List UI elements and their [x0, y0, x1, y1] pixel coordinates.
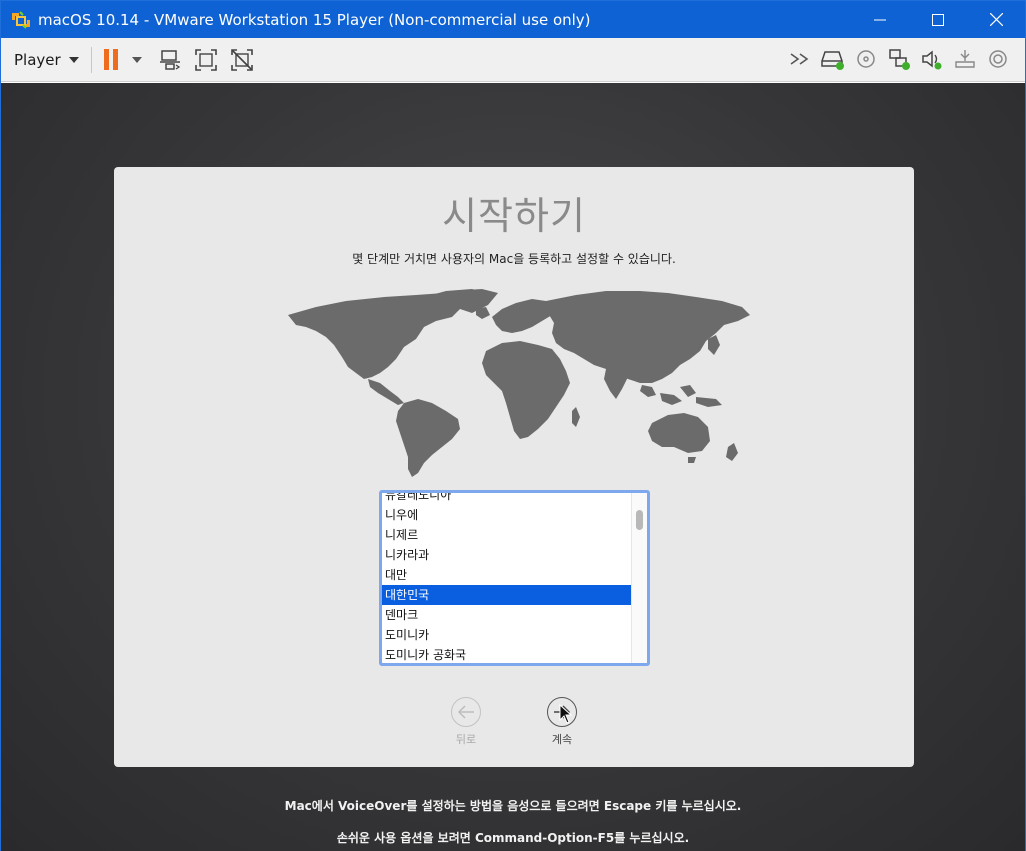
list-item[interactable]: 도미니카	[382, 625, 632, 645]
close-icon	[989, 13, 1003, 26]
network-adapter-device[interactable]	[887, 47, 911, 71]
list-item[interactable]: 니제르	[382, 525, 632, 545]
close-button[interactable]	[967, 1, 1025, 38]
vmware-player-window: macOS 10.14 - VMware Workstation 15 Play…	[0, 0, 1026, 851]
full-screen-icon	[194, 48, 217, 71]
unity-mode-button[interactable]	[230, 48, 254, 72]
maximize-icon	[932, 13, 944, 26]
send-keys-icon	[159, 49, 180, 70]
pause-icon-bar	[112, 49, 118, 70]
title-bar: macOS 10.14 - VMware Workstation 15 Play…	[1, 1, 1025, 38]
cd-dvd-device[interactable]	[854, 47, 878, 71]
window-controls	[851, 1, 1025, 38]
scrollbar-thumb[interactable]	[636, 510, 643, 530]
back-circle	[451, 697, 481, 727]
accessibility-hint: 손쉬운 사용 옵션을 보려면 Command-Option-F5를 누르십시오.	[336, 831, 690, 845]
pause-button[interactable]	[103, 49, 122, 70]
show-more-devices-button[interactable]	[788, 47, 812, 71]
pause-icon	[103, 49, 109, 70]
arrow-left-icon	[457, 705, 474, 719]
send-ctrl-alt-del-button[interactable]	[158, 48, 182, 72]
country-list[interactable]: 뉴칼레도니아 니우에 니제르 니카라과 대만 대한민국 덴마크 도미니카 도미니…	[379, 490, 650, 666]
chevron-down-icon	[68, 56, 79, 63]
double-chevron-right-icon	[790, 53, 809, 65]
camera-icon	[989, 50, 1007, 68]
usb-icon	[955, 50, 975, 68]
vmware-app-icon	[11, 9, 31, 30]
sound-device[interactable]	[920, 47, 944, 71]
list-item[interactable]: 대만	[382, 565, 632, 585]
list-item[interactable]: 덴마크	[382, 605, 632, 625]
country-list-rows: 뉴칼레도니아 니우에 니제르 니카라과 대만 대한민국 덴마크 도미니카 도미니…	[382, 493, 632, 663]
page-title: 시작하기	[442, 194, 586, 238]
list-item[interactable]: 뉴칼레도니아	[382, 493, 632, 505]
mouse-cursor-icon	[559, 704, 573, 724]
cd-icon	[857, 50, 875, 68]
back-button[interactable]: 뒤로	[436, 697, 496, 747]
page-subtitle: 몇 단계만 거치면 사용자의 Mac을 등록하고 설정할 수 있습니다.	[352, 252, 676, 266]
minimize-icon	[874, 19, 886, 20]
hard-disk-device[interactable]	[821, 47, 845, 71]
back-label: 뒤로	[455, 733, 477, 746]
player-menu-button[interactable]: Player	[14, 51, 79, 69]
window-title: macOS 10.14 - VMware Workstation 15 Play…	[38, 10, 591, 29]
webcam-device[interactable]	[986, 47, 1010, 71]
list-item[interactable]: 니카라과	[382, 545, 632, 565]
continue-label: 계속	[551, 733, 573, 746]
minimize-button[interactable]	[851, 1, 909, 38]
world-map-image	[288, 289, 750, 477]
usb-device[interactable]	[953, 47, 977, 71]
speaker-icon	[922, 50, 942, 70]
power-options-dropdown[interactable]	[131, 56, 142, 63]
list-item[interactable]: 니우에	[382, 505, 632, 525]
toolbar-divider	[90, 46, 92, 73]
player-toolbar: Player	[1, 38, 1025, 82]
full-screen-button[interactable]	[194, 48, 218, 72]
list-item[interactable]: 도미니카 공화국	[382, 645, 632, 663]
unity-icon	[230, 48, 253, 71]
vm-display[interactable]: 시작하기 몇 단계만 거치면 사용자의 Mac을 등록하고 설정할 수 있습니다…	[1, 83, 1025, 851]
network-icon	[889, 49, 910, 70]
maximize-button[interactable]	[909, 1, 967, 38]
list-scrollbar[interactable]	[631, 493, 647, 663]
device-status-icons	[788, 47, 1019, 71]
player-menu-label: Player	[14, 50, 61, 69]
hard-disk-icon	[821, 51, 844, 70]
voiceover-hint: Mac에서 VoiceOver를 설정하는 방법을 음성으로 들으려면 Esca…	[284, 799, 742, 813]
setup-assistant-panel: 시작하기 몇 단계만 거치면 사용자의 Mac을 등록하고 설정할 수 있습니다…	[114, 167, 914, 767]
list-item-selected[interactable]: 대한민국	[382, 585, 632, 605]
